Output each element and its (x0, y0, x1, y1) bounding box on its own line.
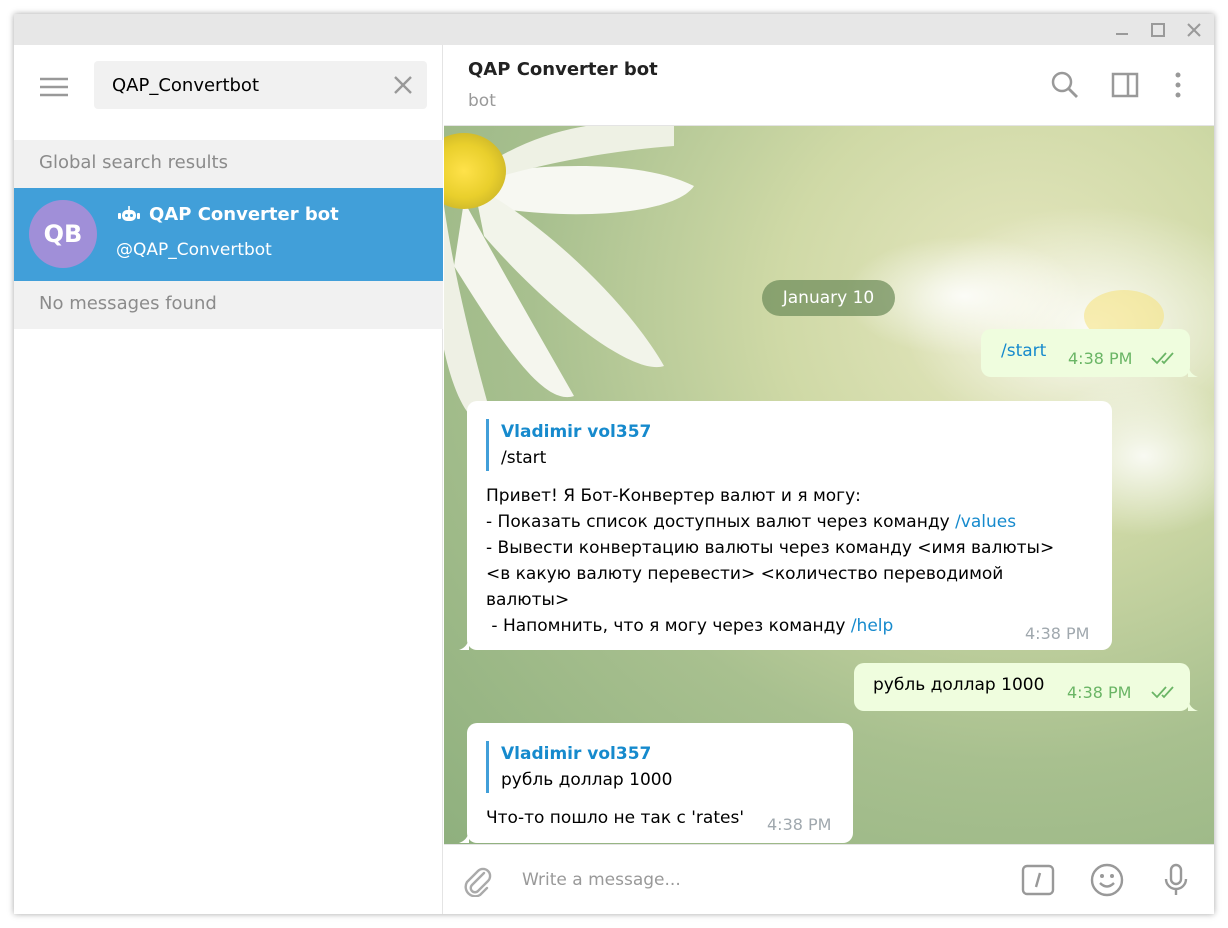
message-time: 4:38 PM (767, 815, 832, 834)
chat-header: QAP Converter bot bot (444, 45, 1214, 126)
message-text[interactable]: /start (1001, 338, 1046, 364)
avatar: QB (29, 200, 97, 268)
search-input[interactable] (112, 73, 382, 97)
reply-quote[interactable]: Vladimir vol357 рубль доллар 1000 (486, 741, 672, 793)
double-check-icon (1151, 685, 1179, 699)
minimize-icon[interactable] (1112, 20, 1132, 40)
double-check-icon (1151, 351, 1179, 365)
microphone-icon[interactable] (1158, 862, 1194, 898)
date-separator: January 10 (762, 280, 895, 316)
reply-author: Vladimir vol357 (501, 744, 652, 764)
message-bubble-outgoing[interactable]: /start 4:38 PM (981, 329, 1198, 377)
reply-author: Vladimir vol357 (501, 422, 652, 442)
chat-status: bot (468, 91, 496, 111)
message-text[interactable]: рубль доллар 1000 (873, 672, 1044, 698)
attach-paperclip-icon[interactable] (460, 863, 494, 897)
message-bubble-incoming[interactable]: Vladimir vol357 рубль доллар 1000 Что-то… (459, 723, 853, 843)
message-text[interactable]: Привет! Я Бот-Конвертер валют и я могу: … (486, 483, 1054, 639)
close-icon[interactable] (1184, 20, 1204, 40)
bot-command-icon[interactable] (1020, 862, 1056, 898)
maximize-icon[interactable] (1148, 20, 1168, 40)
message-time: 4:38 PM (1025, 624, 1090, 643)
more-vertical-icon[interactable] (1162, 69, 1194, 101)
message-bubble-incoming[interactable]: Vladimir vol357 /start Привет! Я Бот-Кон… (459, 401, 1112, 650)
reply-quote[interactable]: Vladimir vol357 /start (486, 419, 651, 471)
message-time: 4:38 PM (1067, 683, 1132, 702)
bot-icon (117, 205, 141, 225)
search-box (94, 61, 427, 109)
result-name: QAP Converter bot (149, 204, 339, 225)
message-text[interactable]: Что-то пошло не так с 'rates' (486, 805, 744, 831)
chat-title[interactable]: QAP Converter bot (468, 59, 658, 80)
global-search-header: Global search results (14, 140, 443, 188)
title-bar (14, 14, 1214, 45)
hamburger-menu-icon[interactable] (38, 71, 70, 103)
reply-text: /start (501, 448, 547, 468)
message-time: 4:38 PM (1068, 349, 1133, 368)
emoji-icon[interactable] (1089, 862, 1125, 898)
messages-header: No messages found (14, 281, 443, 329)
message-bubble-outgoing[interactable]: рубль доллар 1000 4:38 PM (854, 663, 1198, 711)
reply-text: рубль доллар 1000 (501, 770, 673, 790)
message-input[interactable] (522, 867, 1002, 893)
search-icon[interactable] (1049, 69, 1081, 101)
result-username: @QAP_Convertbot (116, 240, 272, 260)
sidebar: Global search results QB QAP Converter b… (14, 45, 443, 914)
command-link[interactable]: /values (955, 512, 1016, 532)
clear-x-icon[interactable] (391, 73, 415, 97)
chat-history[interactable]: January 10 /start 4:38 PM Vladimir vol35… (444, 126, 1214, 844)
message-composer (444, 844, 1214, 914)
side-panel-icon[interactable] (1109, 69, 1141, 101)
search-result-item[interactable]: QB QAP Converter bot @QAP_Convertbot (14, 188, 443, 281)
app-window: Global search results QB QAP Converter b… (14, 14, 1214, 914)
command-link[interactable]: /help (851, 616, 893, 636)
